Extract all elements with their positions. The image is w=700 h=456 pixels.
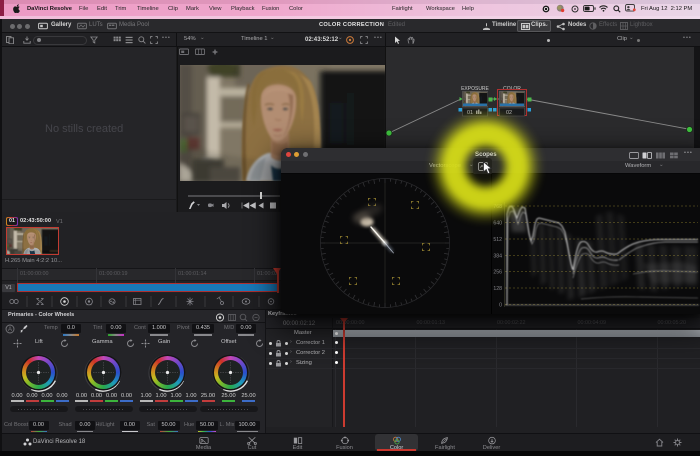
svg-text:384: 384: [493, 254, 502, 260]
svg-text:EXPOSURE: EXPOSURE: [461, 86, 489, 92]
svg-text:128: 128: [493, 286, 502, 292]
svg-text:0: 0: [499, 303, 502, 309]
svg-text:512: 512: [493, 237, 502, 243]
svg-text:A: A: [8, 327, 12, 333]
svg-text:256: 256: [493, 270, 502, 276]
